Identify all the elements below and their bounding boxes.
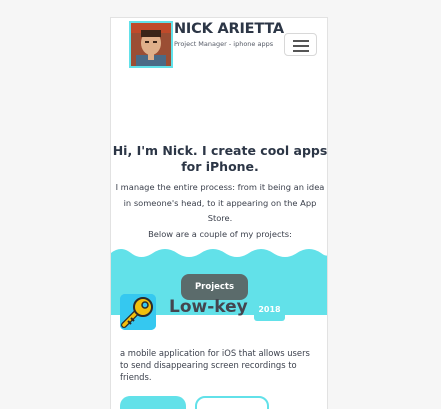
menu-button[interactable] bbox=[284, 33, 317, 56]
site-subtitle: Project Manager - iphone apps bbox=[174, 40, 274, 48]
hamburger-icon bbox=[293, 50, 309, 52]
project-primary-button[interactable] bbox=[120, 396, 186, 409]
hero-intro-text: I manage the entire process: from it bei… bbox=[115, 182, 325, 223]
site-title[interactable]: NICK ARIETTA bbox=[174, 21, 284, 37]
project-name[interactable]: Low-key bbox=[169, 297, 248, 317]
hamburger-icon bbox=[293, 40, 309, 42]
hamburger-icon bbox=[293, 45, 309, 47]
project-description: a mobile application for iOS that allows… bbox=[120, 348, 310, 382]
hero-intro: I manage the entire process: from it bei… bbox=[111, 180, 327, 242]
year-badge: 2018 bbox=[254, 299, 285, 321]
site-header: NICK ARIETTA Project Manager - iphone ap… bbox=[111, 18, 327, 70]
page-card: NICK ARIETTA Project Manager - iphone ap… bbox=[110, 17, 328, 409]
project-secondary-button[interactable] bbox=[195, 396, 269, 409]
avatar bbox=[129, 21, 173, 68]
key-icon bbox=[120, 294, 156, 330]
hero-heading: Hi, I'm Nick. I create cool apps for iPh… bbox=[112, 143, 328, 174]
hero-intro-more: Below are a couple of my projects: bbox=[148, 228, 292, 239]
